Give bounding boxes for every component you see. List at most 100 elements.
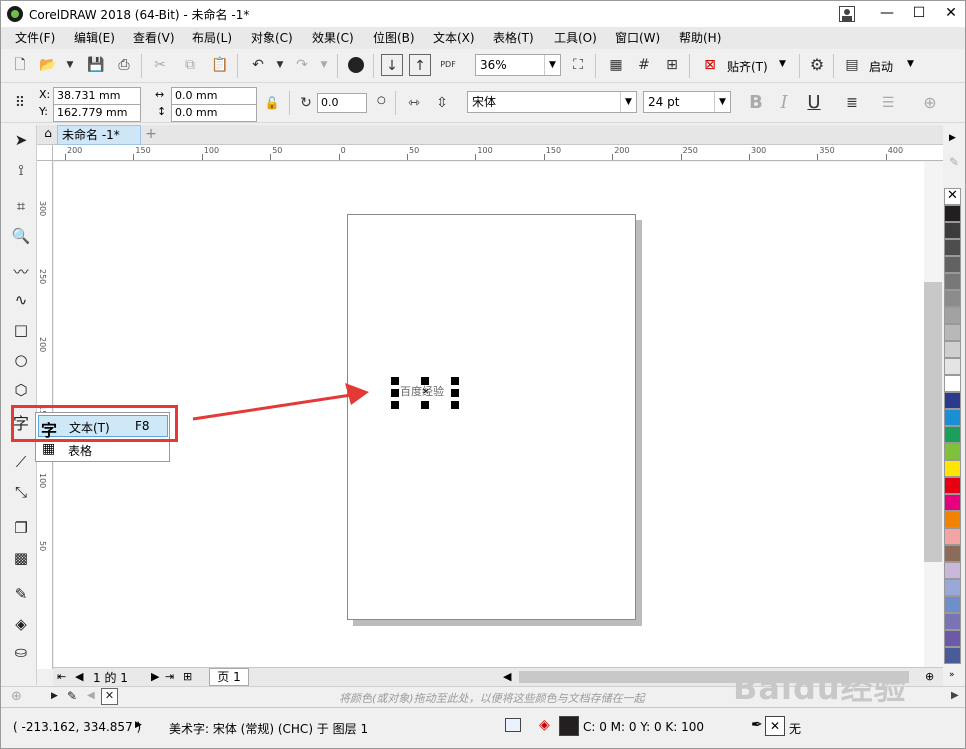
status-expand-icon[interactable]: ▶	[135, 720, 142, 730]
import-icon[interactable]: ↓	[381, 54, 403, 76]
full-screen-icon[interactable]: ⛶	[567, 54, 589, 76]
paste-icon[interactable]: 📋	[209, 54, 231, 76]
fill-icon[interactable]: ◈	[539, 717, 550, 733]
color-swatch[interactable]	[944, 392, 961, 409]
artistic-media-icon[interactable]: ∿	[9, 289, 33, 311]
palette-scroll-up-icon[interactable]: ▶	[949, 133, 956, 143]
color-swatch[interactable]	[944, 375, 961, 392]
chevron-down-icon[interactable]: ▼	[907, 59, 914, 69]
color-swatch[interactable]	[944, 511, 961, 528]
crop-tool-icon[interactable]: ⌗	[9, 195, 33, 217]
font-size-combo[interactable]: 24 pt ▼	[643, 91, 731, 113]
docbar-expand-icon[interactable]: ▶	[951, 690, 959, 701]
menu-layout[interactable]: 布局(L)	[190, 29, 234, 47]
color-swatch[interactable]	[944, 307, 961, 324]
shape-tool-icon[interactable]: ⟟	[9, 159, 33, 181]
open-dropdown-icon[interactable]: ▼	[59, 54, 81, 76]
add-icon[interactable]: ⊕	[919, 92, 941, 114]
add-page-icon[interactable]: ⊞	[183, 670, 192, 683]
add-icon[interactable]: ⊕	[11, 689, 22, 704]
home-icon[interactable]: ⌂	[39, 126, 57, 144]
interactive-fill-icon[interactable]: ◈	[9, 613, 33, 635]
color-swatch[interactable]	[944, 443, 961, 460]
fill-color-swatch[interactable]	[559, 716, 579, 736]
last-page-icon[interactable]: ⇥	[165, 670, 174, 683]
no-color-swatch[interactable]: ✕	[101, 688, 118, 705]
search-content-icon[interactable]	[345, 54, 367, 76]
color-swatch[interactable]	[944, 630, 961, 647]
object-origin-icon[interactable]: ⠿	[9, 92, 31, 114]
menu-view[interactable]: 查看(V)	[131, 29, 177, 47]
palette-expand-icon[interactable]: »	[949, 670, 955, 680]
color-swatch[interactable]	[944, 596, 961, 613]
gear-icon[interactable]: ⚙	[806, 54, 828, 76]
menu-bitmaps[interactable]: 位图(B)	[371, 29, 417, 47]
polygon-tool-icon[interactable]: ⬡	[9, 379, 33, 401]
menu-edit[interactable]: 编辑(E)	[72, 29, 117, 47]
selection-handle[interactable]	[391, 389, 399, 397]
redo-dropdown-icon[interactable]: ▼	[313, 54, 335, 76]
eyedropper-icon[interactable]: ✎	[67, 689, 77, 703]
drawing-canvas[interactable]: 百度经验 ×	[54, 162, 924, 667]
add-tab-button[interactable]: +	[143, 126, 159, 143]
color-swatch[interactable]	[944, 409, 961, 426]
dimension-tool-icon[interactable]: ⟋	[9, 451, 33, 473]
lock-ratio-icon[interactable]: 🔓	[261, 92, 283, 114]
font-family-combo[interactable]: 宋体 ▼	[467, 91, 637, 113]
selection-handle[interactable]	[421, 377, 429, 385]
page-tab[interactable]: 页 1	[209, 668, 249, 686]
previous-page-icon[interactable]: ◀	[75, 670, 83, 683]
mirror-vertical-icon[interactable]: ⇳	[431, 92, 453, 114]
color-swatch[interactable]	[944, 324, 961, 341]
close-button[interactable]: ✕	[935, 1, 965, 27]
first-page-icon[interactable]: ⇤	[57, 670, 66, 683]
width-field[interactable]: 0.0 mm	[171, 87, 257, 105]
rotation-icon[interactable]: ↻	[295, 92, 317, 114]
menu-window[interactable]: 窗口(W)	[613, 29, 662, 47]
chevron-down-icon[interactable]: ▼	[779, 59, 786, 69]
color-swatch[interactable]	[944, 460, 961, 477]
zoom-level-combo[interactable]: 36% ▼	[475, 54, 561, 76]
save-icon[interactable]: 💾	[85, 54, 107, 76]
show-grid-icon[interactable]: #	[633, 54, 655, 76]
eyedropper-tool-icon[interactable]: ✎	[9, 583, 33, 605]
color-swatch[interactable]	[944, 613, 961, 630]
connector-tool-icon[interactable]: ⤡	[9, 481, 33, 503]
outline-color-swatch[interactable]: ✕	[765, 716, 785, 736]
new-document-icon[interactable]: 🗋	[9, 54, 31, 76]
docbar-menu-icon[interactable]: ▶	[51, 691, 58, 701]
color-swatch[interactable]	[944, 528, 961, 545]
launch-icon[interactable]: ▤	[841, 54, 863, 76]
drop-shadow-tool-icon[interactable]: ❐	[9, 517, 33, 539]
color-swatch[interactable]	[944, 239, 961, 256]
mirror-horizontal-icon[interactable]: ⇿	[403, 92, 425, 114]
color-swatch[interactable]	[944, 562, 961, 579]
document-tab[interactable]: 未命名 -1*	[57, 125, 141, 145]
copy-icon[interactable]: ⧉	[179, 54, 201, 76]
y-position-field[interactable]: 162.779 mm	[53, 104, 141, 122]
menu-text[interactable]: 文本(X)	[431, 29, 477, 47]
selection-handle[interactable]	[451, 401, 459, 409]
color-swatch[interactable]	[944, 273, 961, 290]
freehand-tool-icon[interactable]: 〰	[9, 261, 33, 283]
eyedropper-icon[interactable]: ✎	[949, 155, 959, 169]
italic-button[interactable]: I	[773, 92, 795, 114]
no-color-swatch[interactable]: ✕	[944, 188, 961, 205]
color-swatch[interactable]	[944, 290, 961, 307]
color-swatch[interactable]	[944, 647, 961, 664]
color-swatch[interactable]	[944, 477, 961, 494]
color-swatch[interactable]	[944, 358, 961, 375]
open-folder-icon[interactable]: 📂	[37, 54, 59, 76]
scrollbar-thumb[interactable]	[924, 282, 942, 562]
bold-button[interactable]: B	[745, 92, 767, 114]
color-swatch[interactable]	[944, 494, 961, 511]
undo-dropdown-icon[interactable]: ▼	[269, 54, 291, 76]
docbar-scroll-left-icon[interactable]: ◀	[87, 690, 95, 701]
maximize-button[interactable]: ☐	[903, 1, 935, 27]
scroll-left-icon[interactable]: ◀	[503, 670, 511, 683]
document-page[interactable]: 百度经验 ×	[347, 214, 636, 620]
show-guidelines-icon[interactable]: ⊞	[661, 54, 683, 76]
show-rulers-icon[interactable]: ▦	[605, 54, 627, 76]
menu-object[interactable]: 对象(C)	[249, 29, 295, 47]
pick-tool-icon[interactable]: ➤	[9, 129, 33, 151]
